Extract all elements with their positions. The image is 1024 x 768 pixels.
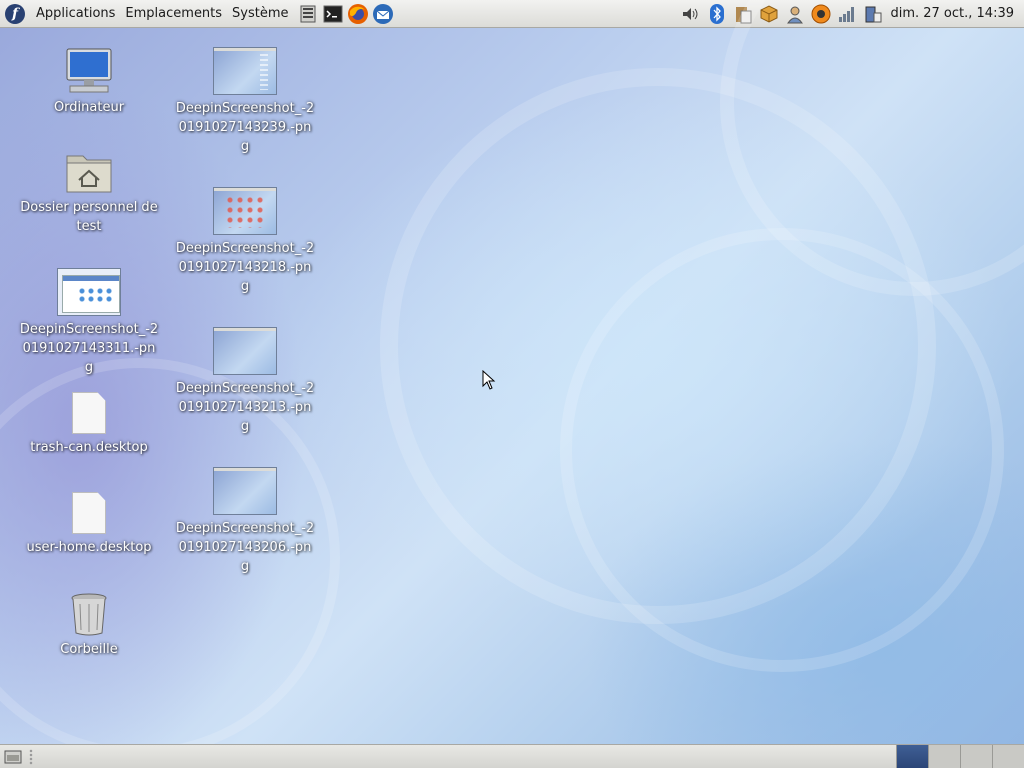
menu-applications[interactable]: Applications (31, 6, 120, 21)
file-icon (72, 392, 106, 434)
desktop-icon-label: trash-can.desktop (30, 440, 148, 455)
workspace-1[interactable] (896, 745, 928, 768)
workspace-4[interactable] (992, 745, 1024, 768)
desktop-icon-label: DeepinScreenshot_-20191027143239.-png (175, 101, 315, 154)
desktop-icon-screenshot-143206[interactable]: DeepinScreenshot_-20191027143206.-png (175, 467, 315, 576)
desktop-icon-label: Corbeille (60, 642, 118, 657)
image-thumbnail-icon (213, 187, 277, 235)
desktop-icon-label: user-home.desktop (26, 540, 152, 555)
menu-places[interactable]: Emplacements (120, 6, 227, 21)
desktop-icon-trash-can-desktop[interactable]: trash-can.desktop (19, 392, 159, 457)
desktop-icon-user-home-desktop[interactable]: user-home.desktop (19, 492, 159, 557)
show-desktop-icon (4, 750, 22, 763)
panel-grip-handle[interactable] (29, 748, 33, 765)
thunderbird-icon[interactable] (372, 3, 394, 25)
show-desktop-button[interactable] (3, 749, 23, 765)
desktop-icon-computer[interactable]: Ordinateur (19, 48, 159, 117)
desktop-icon-screenshot-143239[interactable]: DeepinScreenshot_-20191027143239.-png (175, 47, 315, 156)
home-folder-icon (66, 155, 112, 193)
wallpaper-swirl (560, 228, 1004, 672)
desktop-icon-label: DeepinScreenshot_-20191027143218.-png (175, 241, 315, 294)
workspace-3[interactable] (960, 745, 992, 768)
desktop-icon-trash[interactable]: Corbeille (19, 592, 159, 659)
workspace-2[interactable] (928, 745, 960, 768)
desktop-icon-home-folder[interactable]: Dossier personnel de test (19, 150, 159, 236)
file-icon (72, 492, 106, 534)
mouse-cursor-icon (482, 370, 496, 390)
desktop-icon-screenshot-143213[interactable]: DeepinScreenshot_-20191027143213.-png (175, 327, 315, 436)
image-thumbnail-icon (213, 47, 277, 95)
bottom-panel (0, 744, 1024, 768)
terminal-icon[interactable] (322, 3, 344, 25)
workspace-switcher (896, 745, 1024, 768)
desktop-icon-label: Ordinateur (53, 100, 125, 115)
screen: f Applications Emplacements Système dim.… (0, 0, 1024, 768)
desktop-icon-screenshot-143311[interactable]: DeepinScreenshot_-20191027143311.-png (19, 268, 159, 377)
firefox-icon[interactable] (347, 3, 369, 25)
trash-icon (71, 593, 107, 636)
desktop-icon-label: DeepinScreenshot_-20191027143213.-png (175, 381, 315, 434)
bluetooth-icon[interactable] (706, 3, 728, 25)
volume-icon[interactable] (680, 3, 702, 25)
image-thumbnail-icon (213, 327, 277, 375)
computer-icon (66, 48, 112, 93)
system-monitor-icon[interactable] (297, 3, 319, 25)
image-thumbnail-icon (213, 467, 277, 515)
fedora-logo-icon[interactable]: f (5, 3, 25, 24)
desktop[interactable]: Ordinateur Dossier personnel de test Dee… (0, 0, 1024, 758)
image-thumbnail-icon (57, 268, 121, 316)
menu-system[interactable]: Système (227, 6, 293, 21)
desktop-icon-screenshot-143218[interactable]: DeepinScreenshot_-20191027143218.-png (175, 187, 315, 296)
desktop-icon-label: DeepinScreenshot_-20191027143206.-png (175, 521, 315, 574)
desktop-icon-label: DeepinScreenshot_-20191027143311.-png (19, 322, 159, 375)
desktop-icon-label: Dossier personnel de test (20, 200, 158, 234)
